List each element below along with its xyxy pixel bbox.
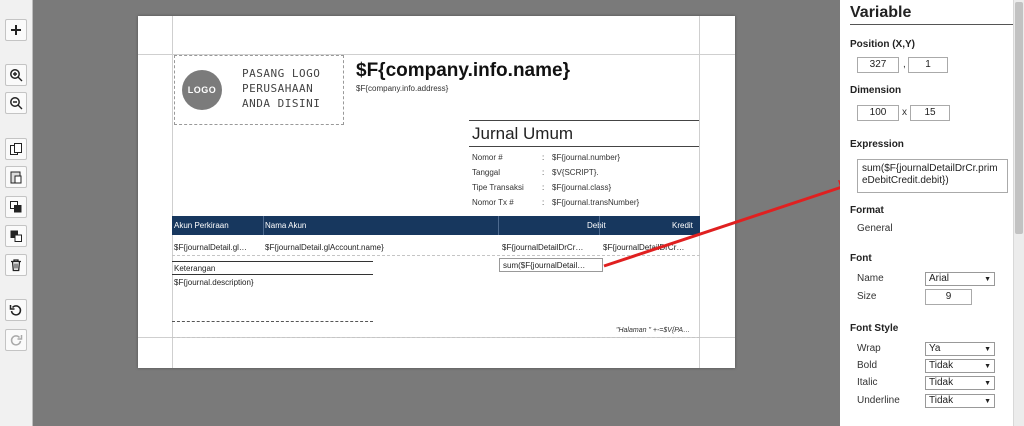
width-input[interactable]: 100 (857, 105, 899, 121)
dimension-separator: x (902, 107, 907, 118)
panel-title-underline (850, 24, 1016, 25)
wrap-label: Wrap (857, 343, 881, 354)
expression-label: Expression (850, 139, 904, 150)
scrollbar-thumb[interactable] (1015, 2, 1023, 234)
position-y-input[interactable]: 1 (908, 57, 948, 73)
font-label: Font (850, 253, 872, 264)
italic-label: Italic (857, 377, 878, 388)
height-input[interactable]: 15 (910, 105, 950, 121)
position-x-input[interactable]: 327 (857, 57, 899, 73)
expression-textarea[interactable]: sum($F{journalDetailDrCr.primeDebitCredi… (857, 159, 1008, 193)
arrow-shaft (603, 184, 846, 268)
bold-select[interactable]: Tidak (925, 359, 995, 373)
format-label: Format (850, 205, 884, 216)
wrap-select[interactable]: Ya (925, 342, 995, 356)
format-value[interactable]: General (857, 223, 893, 234)
dimension-label: Dimension (850, 85, 902, 96)
font-name-label: Name (857, 273, 884, 284)
bold-label: Bold (857, 360, 878, 371)
underline-select[interactable]: Tidak (925, 394, 995, 408)
position-label: Position (X,Y) (850, 39, 915, 50)
panel-scrollbar[interactable] (1013, 0, 1024, 426)
position-separator: , (903, 59, 906, 70)
font-name-select[interactable]: Arial (925, 272, 995, 286)
properties-panel: Variable Position (X,Y) 327 , 1 Dimensio… (840, 0, 1024, 426)
underline-label: Underline (857, 395, 900, 406)
italic-select[interactable]: Tidak (925, 376, 995, 390)
font-size-label: Size (857, 291, 877, 302)
font-size-input[interactable]: 9 (925, 289, 972, 305)
font-style-label: Font Style (850, 323, 899, 334)
panel-title: Variable (850, 4, 912, 21)
